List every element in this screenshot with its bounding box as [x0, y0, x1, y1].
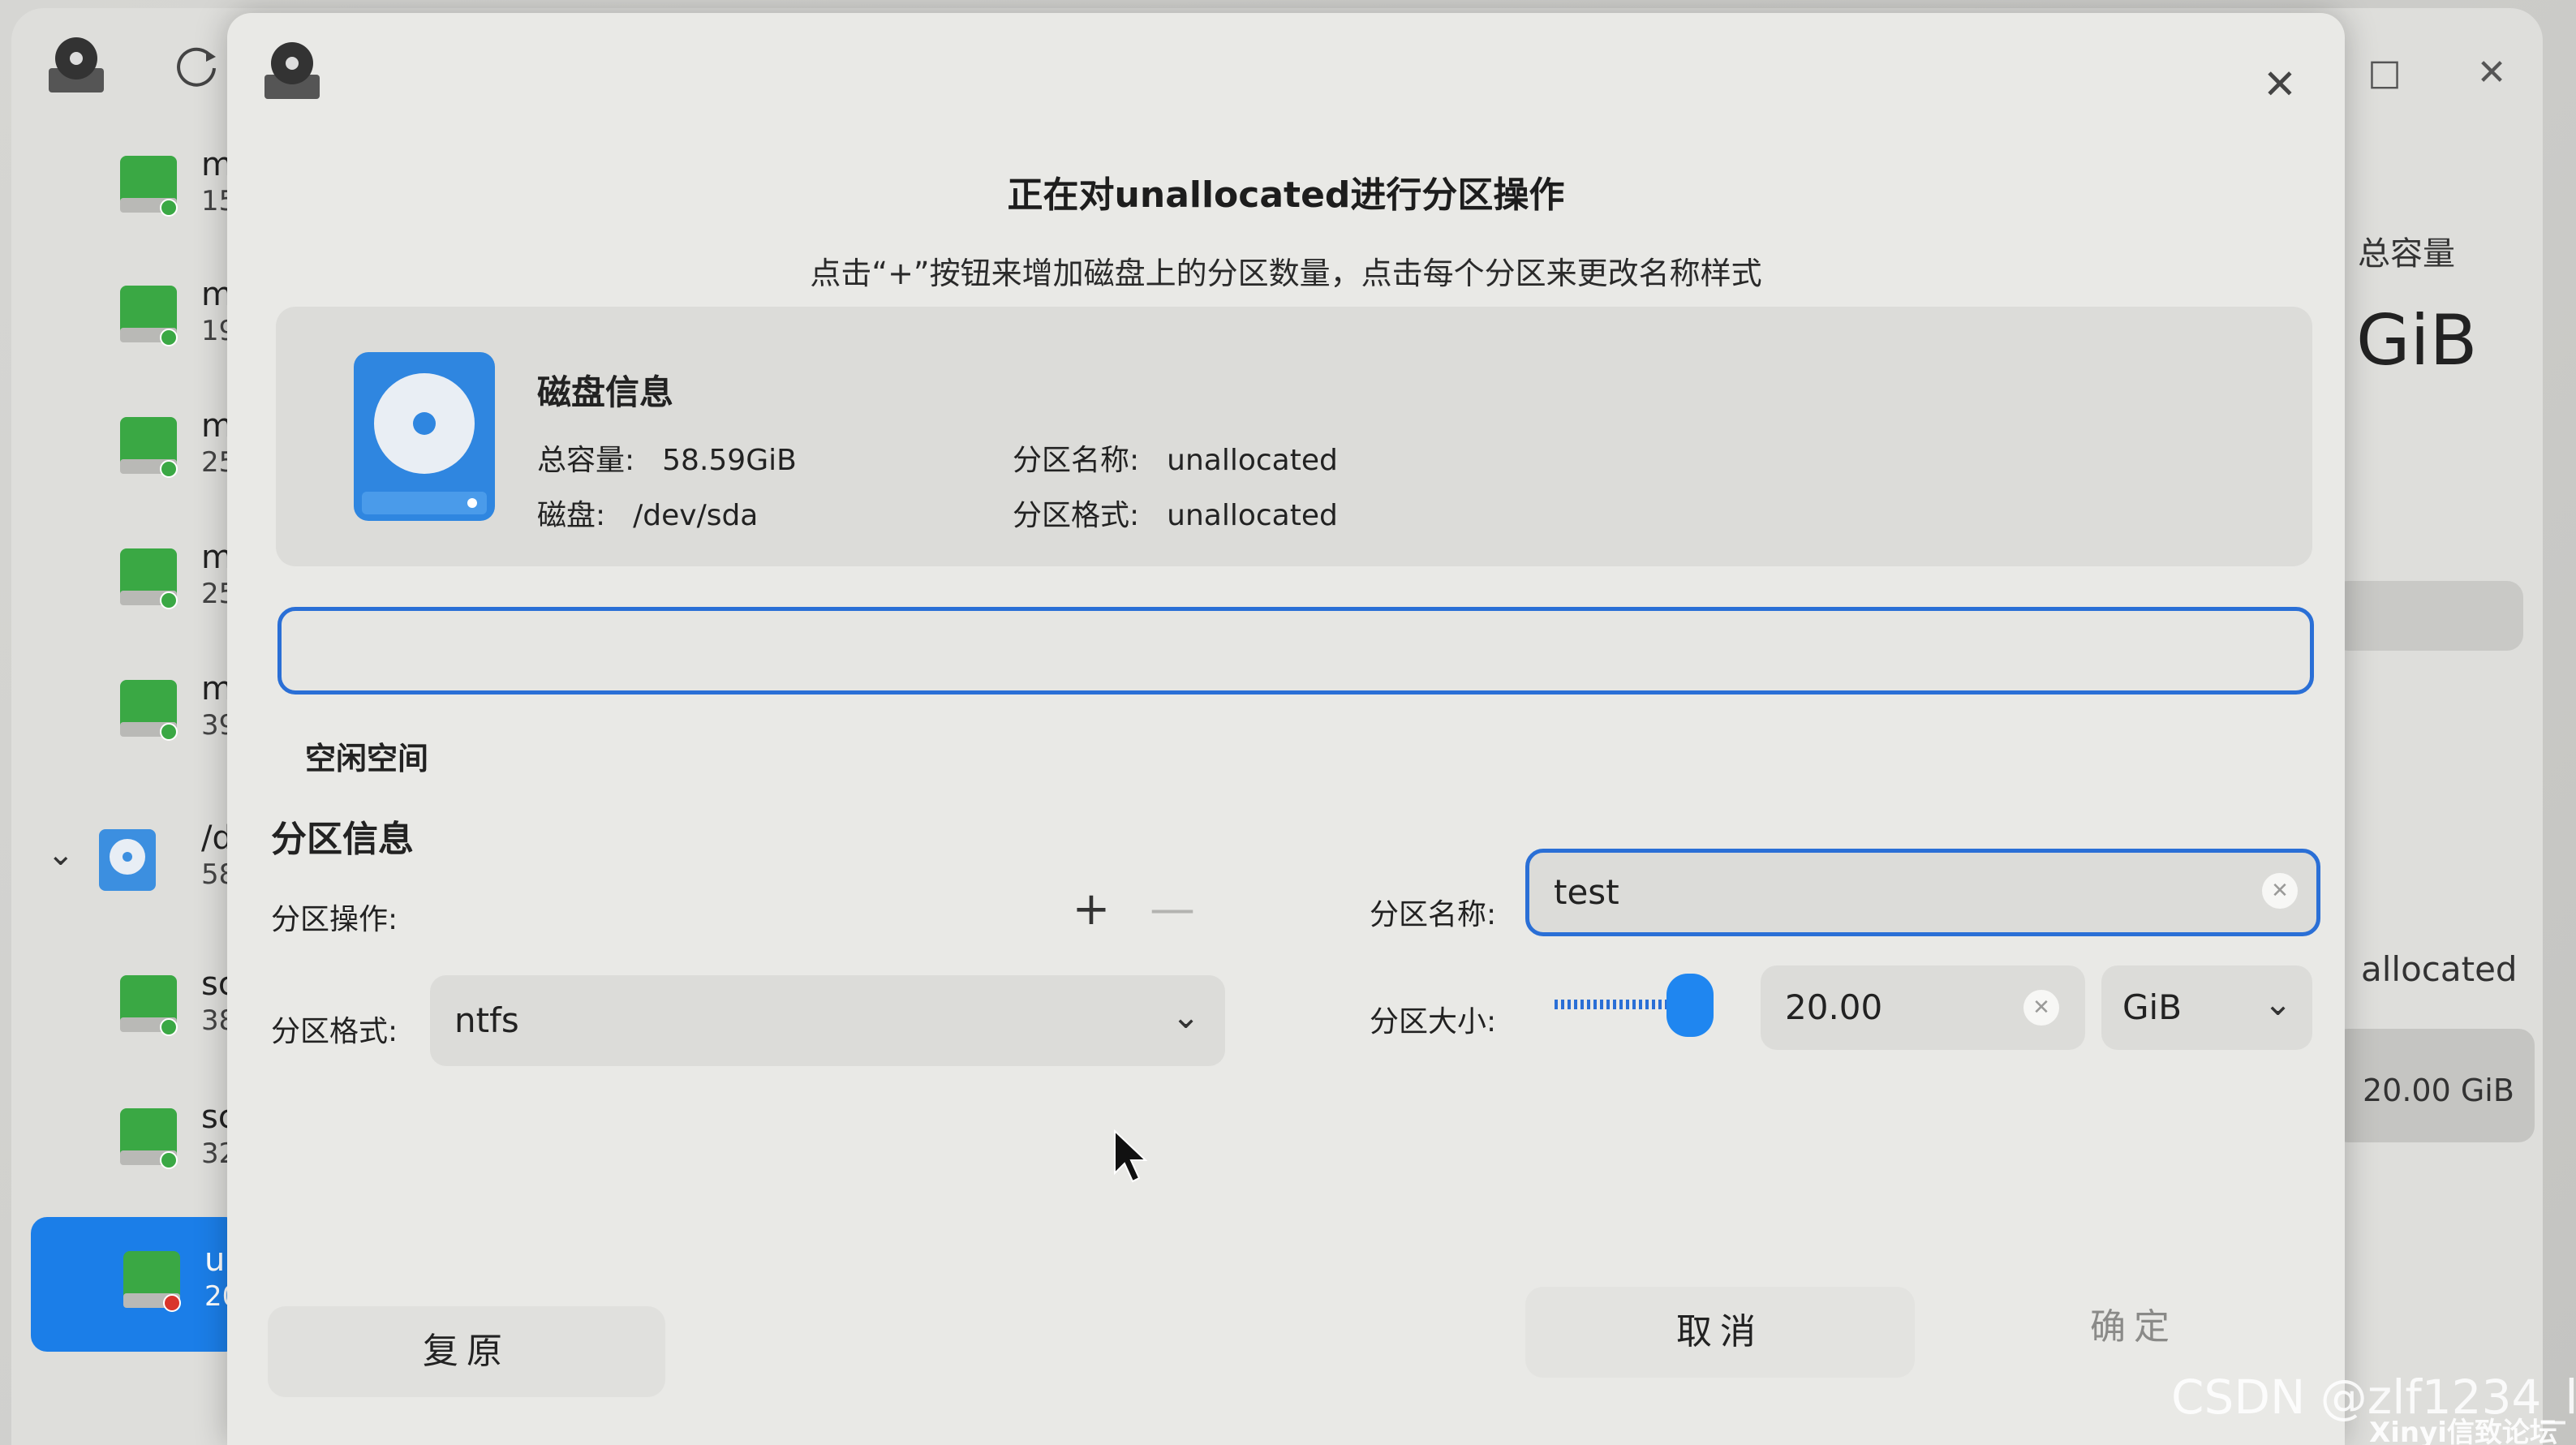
- window-close-button[interactable]: ✕: [2471, 53, 2512, 93]
- disk-capacity-label: 总容量:: [537, 444, 635, 477]
- disk-path-value: /dev/sda: [633, 499, 759, 532]
- disk-partition-icon: [120, 548, 178, 609]
- sidebar-item-partition[interactable]: m 15: [117, 146, 239, 235]
- partition-row-size: 20.00 GiB: [2363, 1073, 2514, 1108]
- clear-name-icon[interactable]: ✕: [2262, 873, 2298, 909]
- dialog-title: 正在对unallocated进行分区操作: [1007, 174, 1565, 216]
- total-capacity-label: 总容量: [2358, 235, 2455, 273]
- disk-capacity: 总容量: 58.59GiB: [537, 437, 797, 479]
- partition-format-value: ntfs: [454, 1000, 519, 1040]
- confirm-button[interactable]: 确定: [1963, 1282, 2304, 1373]
- sidebar: m 15 m 19 m 25 m 25 m 39 ⌄ /d 58. sc 38 …: [11, 122, 245, 1445]
- sidebar-item-selected[interactable]: u 20: [31, 1217, 242, 1352]
- disk-partition-icon: [123, 1251, 181, 1312]
- maximize-button[interactable]: □: [2364, 53, 2405, 93]
- total-capacity-value: GiB: [2356, 300, 2478, 381]
- screen: □ ✕ 总容量 GiB allocated 20.00 GiB m 15 m 1…: [0, 0, 2576, 1445]
- chevron-down-icon[interactable]: ⌄: [47, 836, 75, 873]
- sidebar-item-unallocated: u 20: [120, 1241, 242, 1331]
- close-icon[interactable]: ✕: [2256, 60, 2304, 109]
- disk-drive-icon: [354, 352, 495, 521]
- size-slider-handle[interactable]: [1666, 974, 1714, 1037]
- disk-partition-icon: [120, 286, 178, 346]
- disk-part-name-value: unallocated: [1167, 444, 1338, 477]
- capacity-bar: [2332, 581, 2523, 651]
- disk-partition-icon: [120, 680, 178, 741]
- disk-part-format: 分区格式: unallocated: [1013, 492, 1338, 534]
- add-partition-button[interactable]: +: [1055, 873, 1128, 946]
- partition-name-label: 分区名称:: [1370, 898, 1497, 931]
- partition-format-select[interactable]: ntfs: [430, 975, 1225, 1066]
- sidebar-item-disk[interactable]: /d 58.: [96, 819, 245, 909]
- partition-row-name: allocated: [2361, 949, 2518, 989]
- sidebar-item-partition[interactable]: sc 32: [117, 1099, 239, 1188]
- refresh-icon[interactable]: [170, 39, 222, 91]
- chevron-down-icon: ⌄: [1172, 996, 1201, 1036]
- remove-partition-button[interactable]: —: [1136, 873, 1209, 946]
- disk-part-name-label: 分区名称:: [1013, 444, 1140, 477]
- partition-dialog: ✕ 正在对unallocated进行分区操作 点击“+”按钮来增加磁盘上的分区数…: [227, 13, 2345, 1445]
- watermark-sub: Xinyi信致论坛: [2369, 1417, 2557, 1445]
- chevron-down-icon: ⌄: [2264, 983, 2293, 1023]
- partition-format-label: 分区格式:: [271, 1015, 398, 1048]
- partition-operation-label: 分区操作:: [271, 903, 398, 936]
- disk-part-name: 分区名称: unallocated: [1013, 437, 1338, 479]
- disk-info-title: 磁盘信息: [537, 372, 674, 412]
- mouse-cursor-icon: [1114, 1129, 1148, 1183]
- sidebar-item-name: u: [204, 1241, 226, 1279]
- partition-info-title: 分区信息: [271, 819, 414, 860]
- disk-partition-icon: [120, 1108, 178, 1169]
- disk-path-label: 磁盘:: [537, 499, 606, 532]
- sidebar-item-partition[interactable]: m 39: [117, 670, 239, 759]
- disk-capacity-value: 58.59GiB: [662, 444, 797, 477]
- partition-bar[interactable]: [277, 607, 2314, 695]
- disk-part-format-value: unallocated: [1167, 499, 1338, 532]
- disk-path: 磁盘: /dev/sda: [537, 492, 758, 534]
- partition-size-label: 分区大小:: [1370, 1005, 1497, 1039]
- disk-drive-icon: [99, 829, 156, 891]
- partition-name-value: test: [1554, 872, 1619, 912]
- sidebar-item-partition[interactable]: m 25: [117, 539, 239, 628]
- restore-button[interactable]: 复原: [268, 1306, 665, 1397]
- free-space-label: 空闲空间: [305, 741, 429, 776]
- sidebar-item-partition[interactable]: m 25: [117, 407, 239, 497]
- app-logo-icon: [264, 42, 320, 99]
- disk-partition-icon: [120, 156, 178, 217]
- partition-size-value: 20.00: [1785, 987, 1883, 1027]
- disk-info-panel: 磁盘信息 总容量: 58.59GiB 磁盘: /dev/sda 分区名称: unall…: [276, 307, 2312, 566]
- dialog-subtitle: 点击“+”按钮来增加磁盘上的分区数量，点击每个分区来更改名称样式: [810, 256, 1762, 291]
- disk-part-format-label: 分区格式:: [1013, 499, 1140, 532]
- size-unit-value: GiB: [2122, 987, 2183, 1027]
- disk-partition-icon: [120, 975, 178, 1036]
- sidebar-item-partition[interactable]: m 19: [117, 276, 239, 365]
- partition-name-input[interactable]: test: [1525, 849, 2320, 936]
- clear-size-icon[interactable]: ✕: [2023, 990, 2059, 1026]
- disk-partition-icon: [120, 417, 178, 478]
- app-logo-icon: [49, 37, 104, 92]
- cancel-button[interactable]: 取消: [1525, 1287, 1915, 1378]
- sidebar-item-partition[interactable]: sc 38: [117, 965, 239, 1055]
